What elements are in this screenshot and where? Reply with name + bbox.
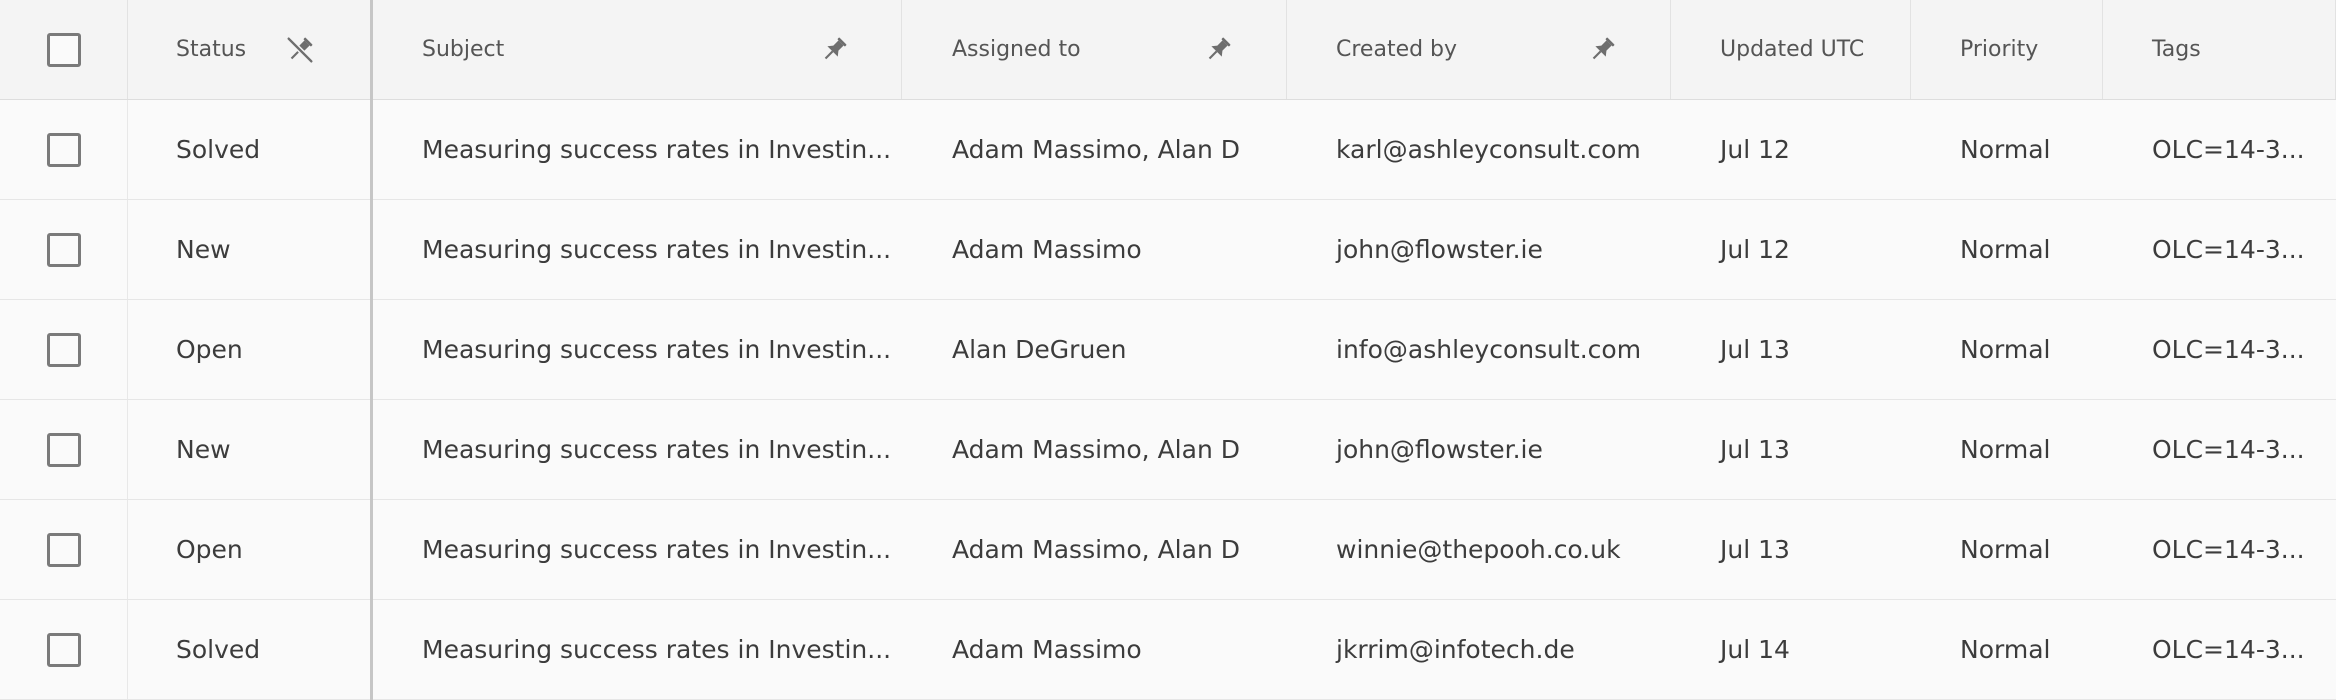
pin-icon[interactable] <box>1586 34 1618 66</box>
status-cell: Solved <box>176 135 261 164</box>
priority-cell: Normal <box>1960 235 2051 264</box>
tags-cell: OLC=14-3... <box>2152 235 2305 264</box>
created-by-cell: john@flowster.ie <box>1336 435 1543 464</box>
column-header-label: Updated UTC <box>1720 37 1865 62</box>
updated-cell: Jul 13 <box>1720 435 1790 464</box>
assigned-to-cell: Alan DeGruen <box>952 335 1127 364</box>
subject-cell[interactable]: Measuring success rates in Investin... <box>372 100 902 199</box>
table-row[interactable]: Solved Measuring success rates in Invest… <box>0 100 2336 200</box>
column-header-label: Tags <box>2152 37 2201 62</box>
assigned-to-cell: Adam Massimo, Alan D <box>952 435 1240 464</box>
select-all-cell <box>0 0 128 99</box>
column-header-status[interactable]: Status <box>128 0 372 99</box>
created-by-cell: winnie@thepooh.co.uk <box>1336 535 1621 564</box>
column-header-tags[interactable]: Tags <box>2103 0 2336 99</box>
assigned-to-cell: Adam Massimo <box>952 635 1142 664</box>
row-checkbox[interactable] <box>46 532 81 567</box>
priority-cell: Normal <box>1960 335 2051 364</box>
subject-cell[interactable]: Measuring success rates in Investin... <box>372 400 902 499</box>
subject-cell[interactable]: Measuring success rates in Investin... <box>372 200 902 299</box>
status-cell: New <box>176 435 231 464</box>
tickets-table: Status Subject Assigned to Created by Up… <box>0 0 2336 700</box>
assigned-to-cell: Adam Massimo, Alan D <box>952 535 1240 564</box>
created-by-cell: john@flowster.ie <box>1336 235 1543 264</box>
priority-cell: Normal <box>1960 435 2051 464</box>
created-by-cell: info@ashleyconsult.com <box>1336 335 1642 364</box>
status-cell: Open <box>176 535 243 564</box>
tags-cell: OLC=14-3... <box>2152 435 2305 464</box>
column-header-label: Status <box>176 37 247 62</box>
row-select-cell <box>0 600 128 699</box>
tags-cell: OLC=14-3... <box>2152 535 2305 564</box>
status-cell: Open <box>176 335 243 364</box>
row-checkbox[interactable] <box>46 132 81 167</box>
priority-cell: Normal <box>1960 135 2051 164</box>
column-header-priority[interactable]: Priority <box>1911 0 2103 99</box>
row-select-cell <box>0 500 128 599</box>
tags-cell: OLC=14-3... <box>2152 135 2305 164</box>
created-by-cell: karl@ashleyconsult.com <box>1336 135 1641 164</box>
table-header: Status Subject Assigned to Created by Up… <box>0 0 2336 100</box>
updated-cell: Jul 13 <box>1720 335 1790 364</box>
status-cell: Solved <box>176 635 261 664</box>
pin-icon[interactable] <box>818 34 850 66</box>
row-select-cell <box>0 200 128 299</box>
table-row[interactable]: New Measuring success rates in Investin.… <box>0 400 2336 500</box>
tags-cell: OLC=14-3... <box>2152 335 2305 364</box>
table-row[interactable]: Solved Measuring success rates in Invest… <box>0 600 2336 700</box>
row-checkbox[interactable] <box>46 232 81 267</box>
status-cell: New <box>176 235 231 264</box>
column-header-label: Assigned to <box>952 37 1081 62</box>
select-all-checkbox[interactable] <box>46 32 81 67</box>
subject-cell[interactable]: Measuring success rates in Investin... <box>372 300 902 399</box>
assigned-to-cell: Adam Massimo <box>952 235 1142 264</box>
table-row[interactable]: Open Measuring success rates in Investin… <box>0 300 2336 400</box>
unpin-icon[interactable] <box>284 34 316 66</box>
pin-icon[interactable] <box>1202 34 1234 66</box>
column-header-label: Created by <box>1336 37 1458 62</box>
assigned-to-cell: Adam Massimo, Alan D <box>952 135 1240 164</box>
table-row[interactable]: New Measuring success rates in Investin.… <box>0 200 2336 300</box>
row-select-cell <box>0 100 128 199</box>
created-by-cell: jkrrim@infotech.de <box>1336 635 1575 664</box>
tags-cell: OLC=14-3... <box>2152 635 2305 664</box>
priority-cell: Normal <box>1960 635 2051 664</box>
updated-cell: Jul 12 <box>1720 135 1790 164</box>
column-header-label: Priority <box>1960 37 2039 62</box>
updated-cell: Jul 12 <box>1720 235 1790 264</box>
priority-cell: Normal <box>1960 535 2051 564</box>
table-row[interactable]: Open Measuring success rates in Investin… <box>0 500 2336 600</box>
row-checkbox[interactable] <box>46 332 81 367</box>
column-header-updated-utc[interactable]: Updated UTC <box>1671 0 1911 99</box>
row-select-cell <box>0 300 128 399</box>
row-checkbox[interactable] <box>46 632 81 667</box>
row-select-cell <box>0 400 128 499</box>
subject-cell[interactable]: Measuring success rates in Investin... <box>372 600 902 699</box>
updated-cell: Jul 13 <box>1720 535 1790 564</box>
frozen-column-divider[interactable] <box>370 0 373 700</box>
subject-cell[interactable]: Measuring success rates in Investin... <box>372 500 902 599</box>
row-checkbox[interactable] <box>46 432 81 467</box>
updated-cell: Jul 14 <box>1720 635 1790 664</box>
column-header-label: Subject <box>422 37 505 62</box>
